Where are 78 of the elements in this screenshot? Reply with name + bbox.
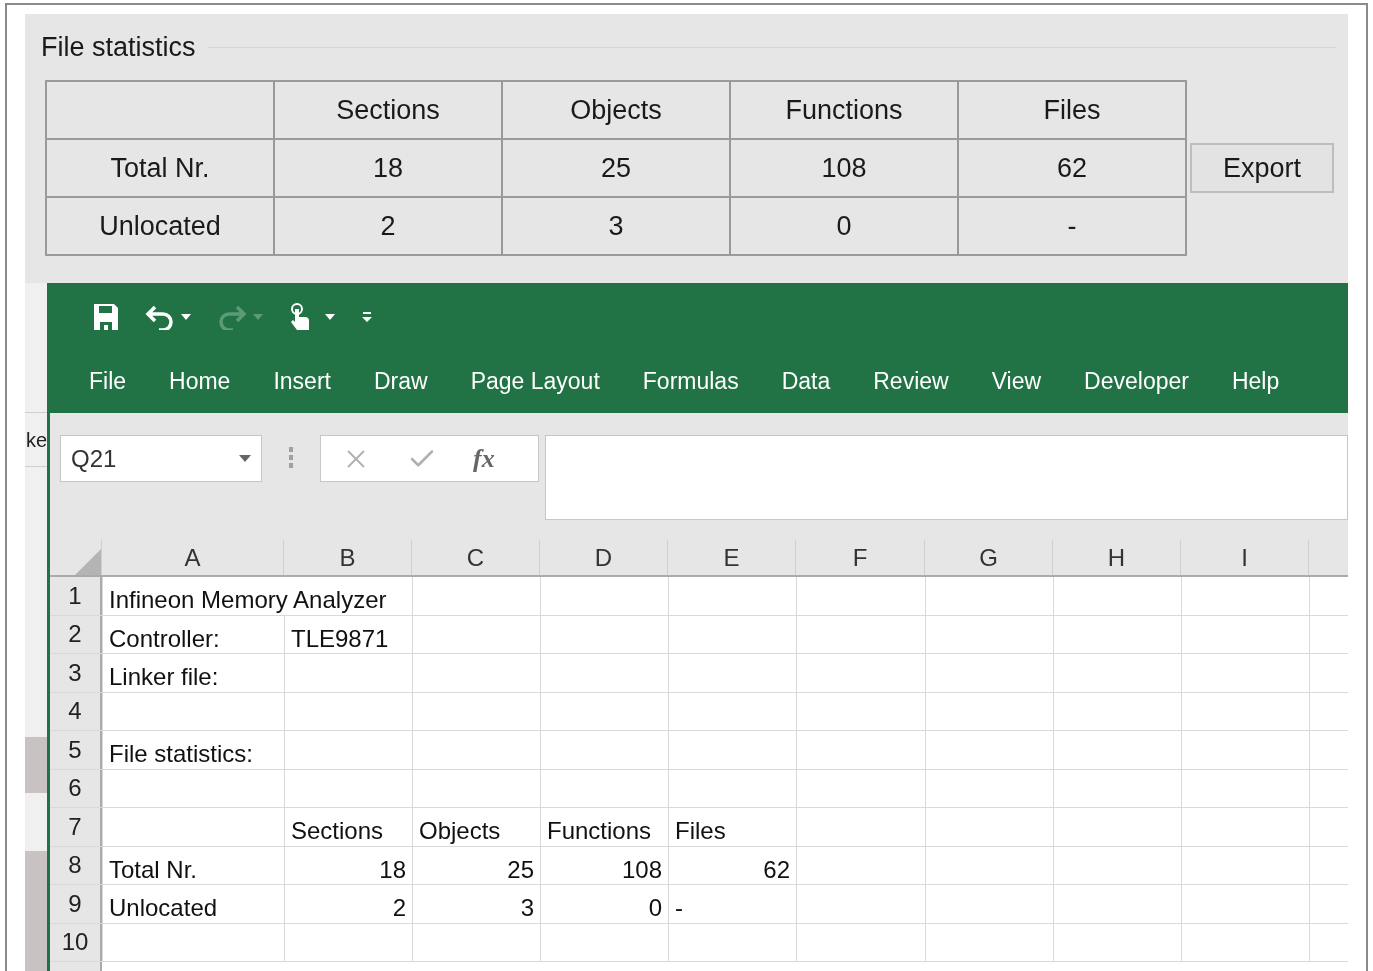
row-header[interactable]: 4 [50,692,102,730]
row-header[interactable]: 3 [50,654,102,692]
formula-field[interactable] [545,435,1348,520]
row-label-cell: Unlocated [46,197,274,255]
cell-text: Controller: [109,623,220,654]
column-header[interactable]: A [102,540,284,575]
row-header[interactable]: 8 [50,846,102,884]
row-label-cell: Total Nr. [46,139,274,197]
column-header[interactable]: F [796,540,925,575]
cell-text: Unlocated [109,893,218,923]
ribbon-tab[interactable]: Review [873,364,949,399]
table-cell: - [958,197,1186,255]
export-button[interactable]: Export [1190,143,1334,193]
table-cell: 2 [274,197,502,255]
column-header[interactable]: H [1053,540,1181,575]
caret-icon[interactable] [181,313,191,320]
row-header[interactable]: 6 [50,769,102,807]
row-header[interactable]: 9 [50,885,102,923]
partial-label: ke [25,429,47,450]
name-box[interactable]: Q21 [60,435,262,482]
cell-text: 3 [520,893,534,923]
column-header[interactable]: G [925,540,1053,575]
group-title: File statistics [41,30,196,64]
cell-text: 25 [507,854,534,885]
row-header[interactable]: 7 [50,808,102,846]
column-header[interactable]: D [540,540,668,575]
ribbon-tab[interactable]: Draw [373,364,428,399]
table-cell: 18 [274,139,502,197]
list-row-highlight [25,737,47,793]
cell-text: Objects [419,816,501,846]
insert-function-button[interactable]: fx [473,439,495,478]
ribbon-tab[interactable]: Insert [273,364,331,399]
column-header[interactable]: C [412,540,540,575]
cell-text: - [675,893,683,923]
caret-icon[interactable] [325,313,335,320]
cell-text: 108 [621,854,662,885]
grip-icon [288,447,294,469]
ribbon-tab[interactable]: Page Layout [470,364,600,399]
ribbon-tab[interactable]: Help [1231,364,1280,399]
cell-text: Functions [547,816,652,846]
table-header-cell: Functions [730,81,958,139]
cell-text: 0 [648,893,662,923]
column-header[interactable]: I [1181,540,1309,575]
table-cell: 0 [730,197,958,255]
cell-text: File statistics: [109,739,254,769]
cell-text: 18 [379,854,406,885]
table-header-cell: Objects [502,81,730,139]
cell-text: Infineon Memory Analyzer [109,585,387,615]
cell-text: Files [675,816,726,846]
save-icon[interactable] [93,302,119,331]
table-cell: 25 [502,139,730,197]
undo-icon[interactable] [145,303,175,330]
ribbon-tab[interactable]: Formulas [642,364,739,399]
dropdown-caret-icon[interactable] [239,455,251,462]
ribbon-tab[interactable]: Developer [1084,364,1189,399]
row-header[interactable]: 10 [50,923,102,961]
column-header[interactable]: B [284,540,412,575]
table-header-cell: Files [958,81,1186,139]
cell-text: 2 [392,893,406,923]
row-header[interactable]: 5 [50,731,102,769]
table-cell: 108 [730,139,958,197]
row-header[interactable]: 2 [50,615,102,653]
table-header-cell: Sections [274,81,502,139]
cell-text: Linker file: [109,662,219,692]
row-header[interactable]: 1 [50,577,102,615]
hand-pointer-icon[interactable] [289,302,311,331]
ribbon-tab[interactable]: File [89,364,127,399]
cell-text: Total Nr. [109,854,198,885]
cell-text: Sections [291,816,384,846]
table-cell: 62 [958,139,1186,197]
table-cell: 3 [502,197,730,255]
cell-text: TLE9871 [291,623,389,654]
ribbon-tab[interactable]: Data [781,364,831,399]
cell-text: 62 [763,854,790,885]
ribbon-tab[interactable]: View [991,364,1042,399]
ribbon-tab[interactable]: Home [169,364,231,399]
customize-toolbar-icon[interactable] [361,310,373,323]
column-header[interactable]: E [668,540,796,575]
